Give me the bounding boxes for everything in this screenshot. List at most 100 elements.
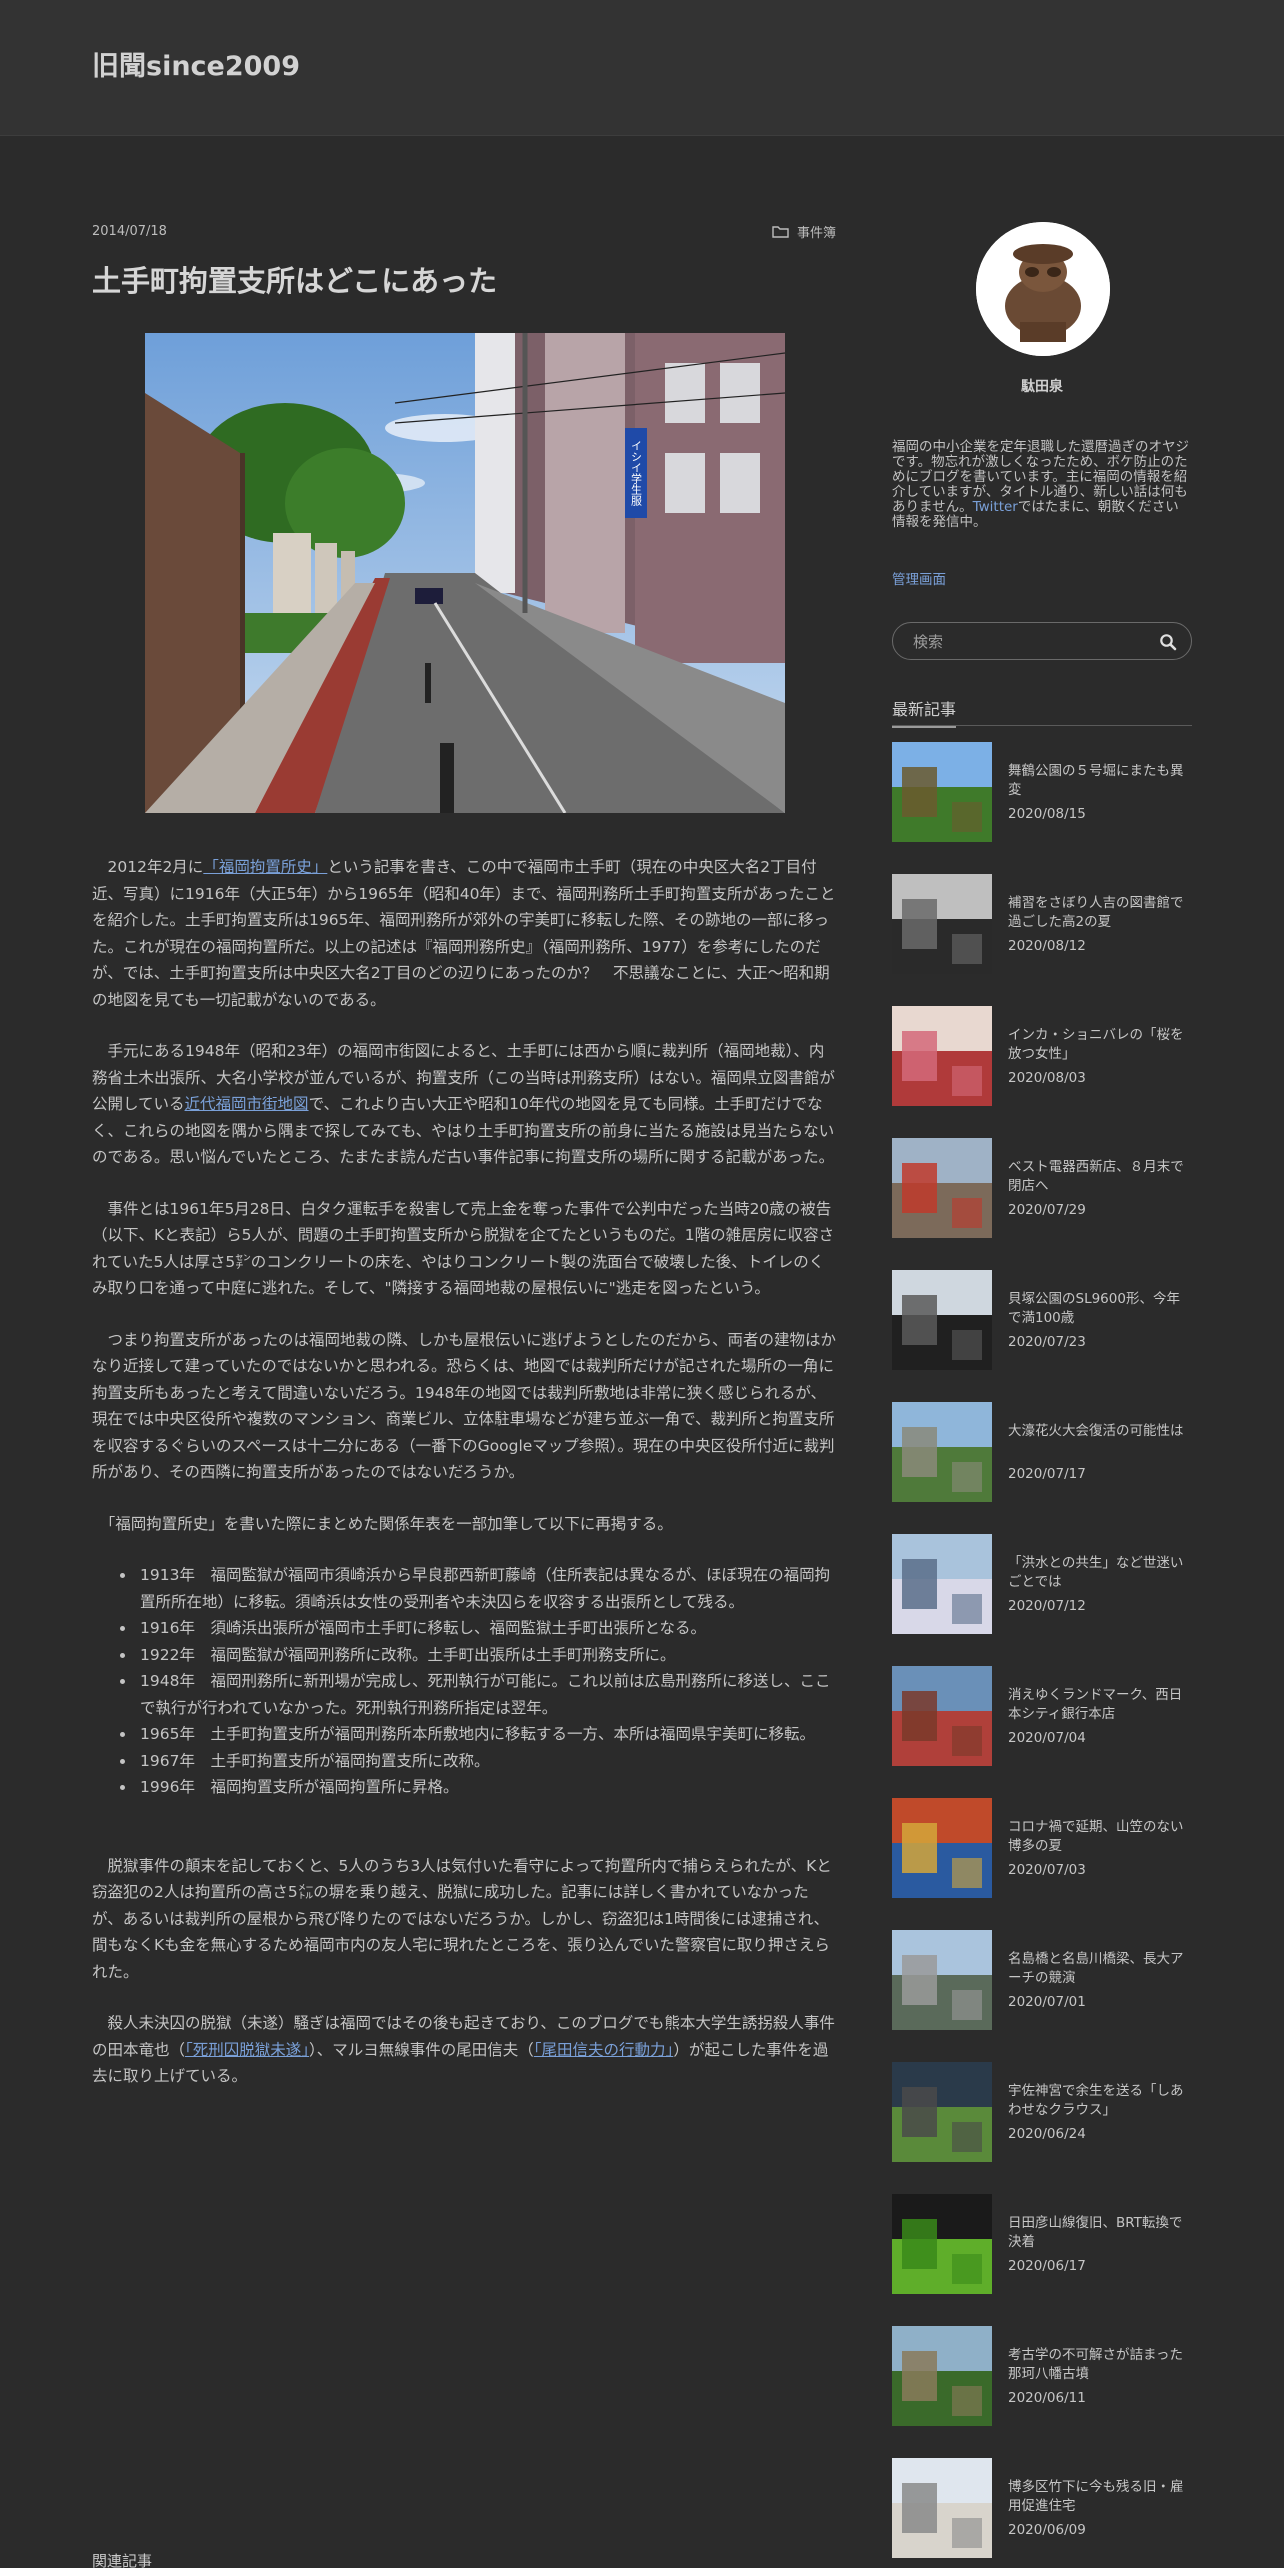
recent-post-item[interactable]: 名島橋と名島川橋梁、長大アーチの競演 2020/07/01: [892, 1930, 1192, 2030]
timeline-item: 1916年 須崎浜出張所が福岡市土手町に移転し、福岡監獄土手町出張所となる。: [136, 1615, 838, 1642]
recent-post-thumbnail[interactable]: [892, 1006, 992, 1106]
recent-post-thumbnail[interactable]: [892, 1798, 992, 1898]
recent-post-item[interactable]: 消えゆくランドマーク、西日本シティ銀行本店 2020/07/04: [892, 1666, 1192, 1766]
recent-post-date: 2020/07/23: [1008, 1334, 1086, 1350]
recent-post-item[interactable]: 大濠花火大会復活の可能性は 2020/07/17: [892, 1402, 1192, 1502]
paragraph-text: 脱獄事件の顛末を記しておくと、5人のうち3人は気付いた看守によって拘置所内で捕ら…: [92, 1856, 832, 1981]
recent-post-thumbnail[interactable]: [892, 1270, 992, 1370]
twitter-link[interactable]: Twitter: [973, 499, 1018, 515]
recent-post-title[interactable]: 宇佐神宮で余生を送る「しあわせなクラウス」: [1008, 2082, 1192, 2120]
inline-article-link[interactable]: 「死刑囚脱獄未遂」: [185, 2041, 309, 2059]
recent-posts-heading: 最新記事: [892, 696, 1192, 728]
recent-post-title[interactable]: 博多区竹下に今も残る旧・雇用促進住宅: [1008, 2478, 1192, 2516]
recent-post-thumbnail[interactable]: [892, 1534, 992, 1634]
post-paragraph: 脱獄事件の顛末を記しておくと、5人のうち3人は気付いた看守によって拘置所内で捕ら…: [92, 1853, 838, 1986]
recent-post-title[interactable]: コロナ禍で延期、山笠のない博多の夏: [1008, 1818, 1192, 1856]
post-paragraph: 事件とは1961年5月28日、白タク運転手を殺害して売上金を奪った事件で公判中だ…: [92, 1196, 838, 1302]
post-title: 土手町拘置支所はどこにあった: [92, 264, 498, 298]
recent-post-thumbnail[interactable]: [892, 1138, 992, 1238]
recent-post-item[interactable]: 舞鶴公園の５号堀にまたも異変 2020/08/15: [892, 742, 1192, 842]
timeline-item: 1967年 土手町拘置支所が福岡拘置支所に改称。: [136, 1748, 838, 1775]
recent-post-item[interactable]: 日田彦山線復旧、BRT転換で決着 2020/06/17: [892, 2194, 1192, 2294]
recent-post-title[interactable]: ベスト電器西新店、８月末で閉店へ: [1008, 1158, 1192, 1196]
recent-post-date: 2020/08/03: [1008, 1070, 1086, 1086]
paragraph-text: 「福岡拘置所史」を書いた際にまとめた関係年表を一部加筆して以下に再掲する。: [92, 1514, 673, 1533]
recent-post-title[interactable]: インカ・ショニバレの「桜を放つ女性」: [1008, 1026, 1192, 1064]
recent-post-thumbnail[interactable]: [892, 742, 992, 842]
recent-post-item[interactable]: コロナ禍で延期、山笠のない博多の夏 2020/07/03: [892, 1798, 1192, 1898]
post-paragraph: つまり拘置支所があったのは福岡地裁の隣、しかも屋根伝いに逃げようとしたのだから、…: [92, 1327, 838, 1486]
category-label: 事件簿: [797, 226, 837, 241]
recent-post-date: 2020/08/12: [1008, 938, 1086, 954]
recent-post-date: 2020/06/09: [1008, 2522, 1086, 2538]
recent-post-date: 2020/06/17: [1008, 2258, 1086, 2274]
related-heading: 関連記事: [92, 2552, 153, 2568]
recent-post-thumbnail[interactable]: [892, 2458, 992, 2558]
recent-post-title[interactable]: 「洪水との共生」など世迷いごとでは: [1008, 1554, 1192, 1592]
street-sign-text: イシイ学生服: [630, 440, 643, 507]
post-paragraph: 2012年2月に「福岡拘置所史」という記事を書き、この中で福岡市土手町（現在の中…: [92, 854, 838, 1013]
recent-post-title[interactable]: 消えゆくランドマーク、西日本シティ銀行本店: [1008, 1686, 1192, 1724]
post-paragraphs: 2012年2月に「福岡拘置所史」という記事を書き、この中で福岡市土手町（現在の中…: [92, 854, 838, 1537]
admin-link[interactable]: 管理画面: [892, 568, 946, 588]
recent-post-title[interactable]: 考古学の不可解さが詰まった那珂八幡古墳: [1008, 2346, 1192, 2384]
recent-post-thumbnail[interactable]: [892, 1930, 992, 2030]
paragraph-text: 事件とは1961年5月28日、白タク運転手を殺害して売上金を奪った事件で公判中だ…: [92, 1199, 835, 1298]
paragraph-text: という記事を書き、この中で福岡市土手町（現在の中央区大名2丁目付近、写真）に19…: [92, 858, 836, 1009]
recent-post-title[interactable]: 日田彦山線復旧、BRT転換で決着: [1008, 2214, 1192, 2252]
timeline-item: 1913年 福岡監獄が福岡市須崎浜から早良郡西新町藤崎（住所表記は異なるが、ほぼ…: [136, 1562, 838, 1615]
post-body: 2012年2月に「福岡拘置所史」という記事を書き、この中で福岡市土手町（現在の中…: [92, 854, 838, 2115]
paragraph-text: 2012年2月に: [92, 858, 204, 876]
recent-post-item[interactable]: ベスト電器西新店、８月末で閉店へ 2020/07/29: [892, 1138, 1192, 1238]
recent-post-thumbnail[interactable]: [892, 2062, 992, 2162]
post-paragraph: 手元にある1948年（昭和23年）の福岡市街図によると、土手町には西から順に裁判…: [92, 1038, 838, 1171]
recent-post-title[interactable]: 補習をさぼり人吉の図書館で過ごした高2の夏: [1008, 894, 1192, 932]
recent-post-date: 2020/07/17: [1008, 1466, 1086, 1482]
recent-post-item[interactable]: 補習をさぼり人吉の図書館で過ごした高2の夏 2020/08/12: [892, 874, 1192, 974]
recent-post-title[interactable]: 舞鶴公園の５号堀にまたも異変: [1008, 762, 1192, 800]
site-header: 旧聞since2009: [0, 0, 1284, 136]
recent-post-thumbnail[interactable]: [892, 1666, 992, 1766]
folder-icon: [772, 226, 789, 238]
timeline-item: 1996年 福岡拘置支所が福岡拘置所に昇格。: [136, 1774, 838, 1801]
author-name: 駄田泉: [1021, 379, 1063, 395]
search-icon[interactable]: [1159, 633, 1177, 651]
recent-post-title[interactable]: 大濠花火大会復活の可能性は: [1008, 1422, 1192, 1441]
recent-post-item[interactable]: 「洪水との共生」など世迷いごとでは 2020/07/12: [892, 1534, 1192, 1634]
recent-post-date: 2020/07/01: [1008, 1994, 1086, 2010]
recent-post-date: 2020/07/04: [1008, 1730, 1086, 1746]
timeline-item: 1965年 土手町拘置支所が福岡刑務所本所敷地内に移転する一方、本所は福岡県宇美…: [136, 1721, 838, 1748]
recent-post-date: 2020/06/24: [1008, 2126, 1086, 2142]
recent-post-item[interactable]: 考古学の不可解さが詰まった那珂八幡古墳 2020/06/11: [892, 2326, 1192, 2426]
site-title-link[interactable]: 旧聞since2009: [92, 44, 300, 83]
recent-post-item[interactable]: 貝塚公園のSL9600形、今年で満100歳 2020/07/23: [892, 1270, 1192, 1370]
recent-post-date: 2020/07/12: [1008, 1598, 1086, 1614]
inline-article-link[interactable]: 「尾田信夫の行動力」: [534, 2041, 674, 2059]
search-input[interactable]: [913, 631, 1143, 653]
timeline-item: 1948年 福岡刑務所に新刑場が完成し、死刑執行が可能に。これ以前は広島刑務所に…: [136, 1668, 838, 1721]
post-paragraph: 殺人未決囚の脱獄（未遂）騒ぎは福岡ではその後も起きており、このブログでも熊本大学…: [92, 2010, 838, 2090]
author-avatar: [976, 222, 1110, 356]
recent-heading-label: 最新記事: [892, 696, 957, 728]
recent-post-title[interactable]: 貝塚公園のSL9600形、今年で満100歳: [1008, 1290, 1192, 1328]
timeline-list: 1913年 福岡監獄が福岡市須崎浜から早良郡西新町藤崎（住所表記は異なるが、ほぼ…: [122, 1562, 838, 1801]
search-box: [892, 622, 1192, 660]
recent-post-date: 2020/06/11: [1008, 2390, 1086, 2406]
post-date: 2014/07/18: [92, 224, 167, 239]
post-photo: イシイ学生服: [145, 333, 785, 813]
recent-post-thumbnail[interactable]: [892, 2326, 992, 2426]
recent-post-item[interactable]: 博多区竹下に今も残る旧・雇用促進住宅 2020/06/09: [892, 2458, 1192, 2558]
paragraph-text: ）、マルヨ無線事件の尾田信夫（: [309, 2040, 534, 2059]
post-paragraphs-after: 脱獄事件の顛末を記しておくと、5人のうち3人は気付いた看守によって拘置所内で捕ら…: [92, 1853, 838, 2090]
recent-post-item[interactable]: インカ・ショニバレの「桜を放つ女性」 2020/08/03: [892, 1006, 1192, 1106]
post-paragraph: 「福岡拘置所史」を書いた際にまとめた関係年表を一部加筆して以下に再掲する。: [92, 1511, 838, 1538]
recent-post-title[interactable]: 名島橋と名島川橋梁、長大アーチの競演: [1008, 1950, 1192, 1988]
recent-post-item[interactable]: 宇佐神宮で余生を送る「しあわせなクラウス」 2020/06/24: [892, 2062, 1192, 2162]
inline-article-link[interactable]: 「福岡拘置所史」: [203, 858, 327, 876]
paragraph-text: つまり拘置支所があったのは福岡地裁の隣、しかも屋根伝いに逃げようとしたのだから、…: [92, 1330, 837, 1482]
inline-article-link[interactable]: 近代福岡市街地図: [185, 1095, 309, 1113]
recent-post-thumbnail[interactable]: [892, 1402, 992, 1502]
recent-post-thumbnail[interactable]: [892, 874, 992, 974]
category-link[interactable]: 事件簿: [772, 222, 836, 241]
recent-post-thumbnail[interactable]: [892, 2194, 992, 2294]
